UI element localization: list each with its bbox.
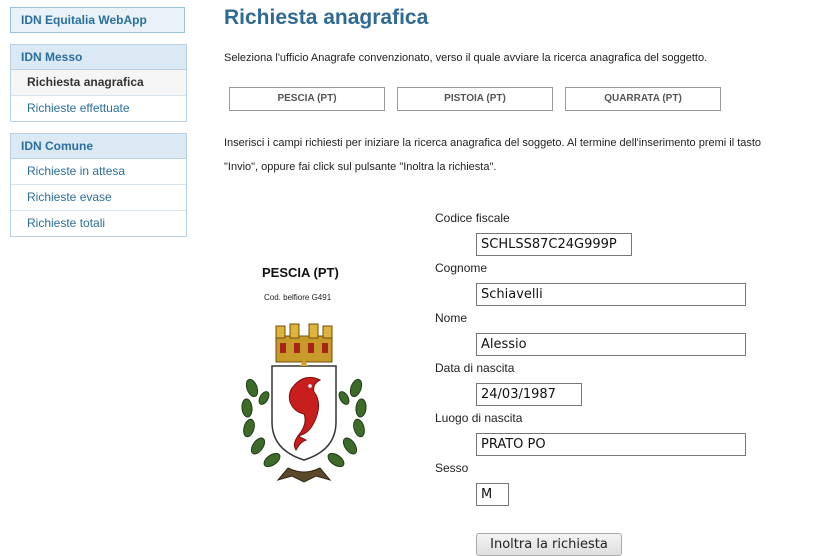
office-button-pistoia[interactable]: PISTOIA (PT) — [397, 87, 553, 111]
data-nascita-label: Data di nascita — [435, 361, 515, 375]
instructions-line-1: Inserisci i campi richiesti per iniziare… — [224, 137, 762, 149]
submit-request-button[interactable]: Inoltra la richiesta — [476, 533, 622, 556]
sidebar-item-richiesta-anagrafica[interactable]: Richiesta anagrafica — [11, 70, 186, 96]
sidebar-item-richieste-effettuate[interactable]: Richieste effettuate — [11, 96, 186, 121]
menu-group-idn-comune: IDN Comune Richieste in attesa Richieste… — [10, 133, 187, 237]
sidebar-item-richieste-in-attesa[interactable]: Richieste in attesa — [11, 159, 186, 185]
cognome-label: Cognome — [435, 261, 488, 275]
instructions-line-2: "Invio", oppure fai click sul pulsante "… — [224, 161, 497, 173]
office-button-pescia[interactable]: PESCIA (PT) — [229, 87, 385, 111]
luogo-nascita-label: Luogo di nascita — [435, 411, 523, 425]
menu-heading-idn-comune: IDN Comune — [11, 134, 186, 159]
sidebar-item-richieste-evase[interactable]: Richieste evase — [11, 185, 186, 211]
codice-fiscale-input[interactable]: SCHLSS87C24G999P — [476, 233, 632, 256]
page-title: Richiesta anagrafica — [224, 6, 429, 29]
coat-of-arms-icon — [241, 323, 367, 483]
sesso-input[interactable]: M — [476, 483, 509, 506]
office-button-quarrata[interactable]: QUARRATA (PT) — [565, 87, 721, 111]
menu-heading-idn-messo: IDN Messo — [11, 45, 186, 70]
menu-group-idn-messo: IDN Messo Richiesta anagrafica Richieste… — [10, 44, 187, 122]
sidebar-item-richieste-totali[interactable]: Richieste totali — [11, 211, 186, 236]
municipality-name: PESCIA (PT) — [262, 265, 339, 280]
nome-label: Nome — [435, 311, 468, 325]
codice-fiscale-label: Codice fiscale — [435, 211, 510, 225]
data-nascita-input[interactable]: 24/03/1987 — [476, 383, 582, 406]
sesso-label: Sesso — [435, 461, 469, 475]
app-title[interactable]: IDN Equitalia WebApp — [10, 7, 185, 33]
luogo-nascita-input[interactable]: PRATO PO — [476, 433, 746, 456]
intro-text: Seleziona l'ufficio Anagrafe convenziona… — [224, 52, 708, 64]
municipality-code: Cod. belfiore G491 — [264, 293, 332, 302]
cognome-input[interactable]: Schiavelli — [476, 283, 746, 306]
nome-input[interactable]: Alessio — [476, 333, 746, 356]
